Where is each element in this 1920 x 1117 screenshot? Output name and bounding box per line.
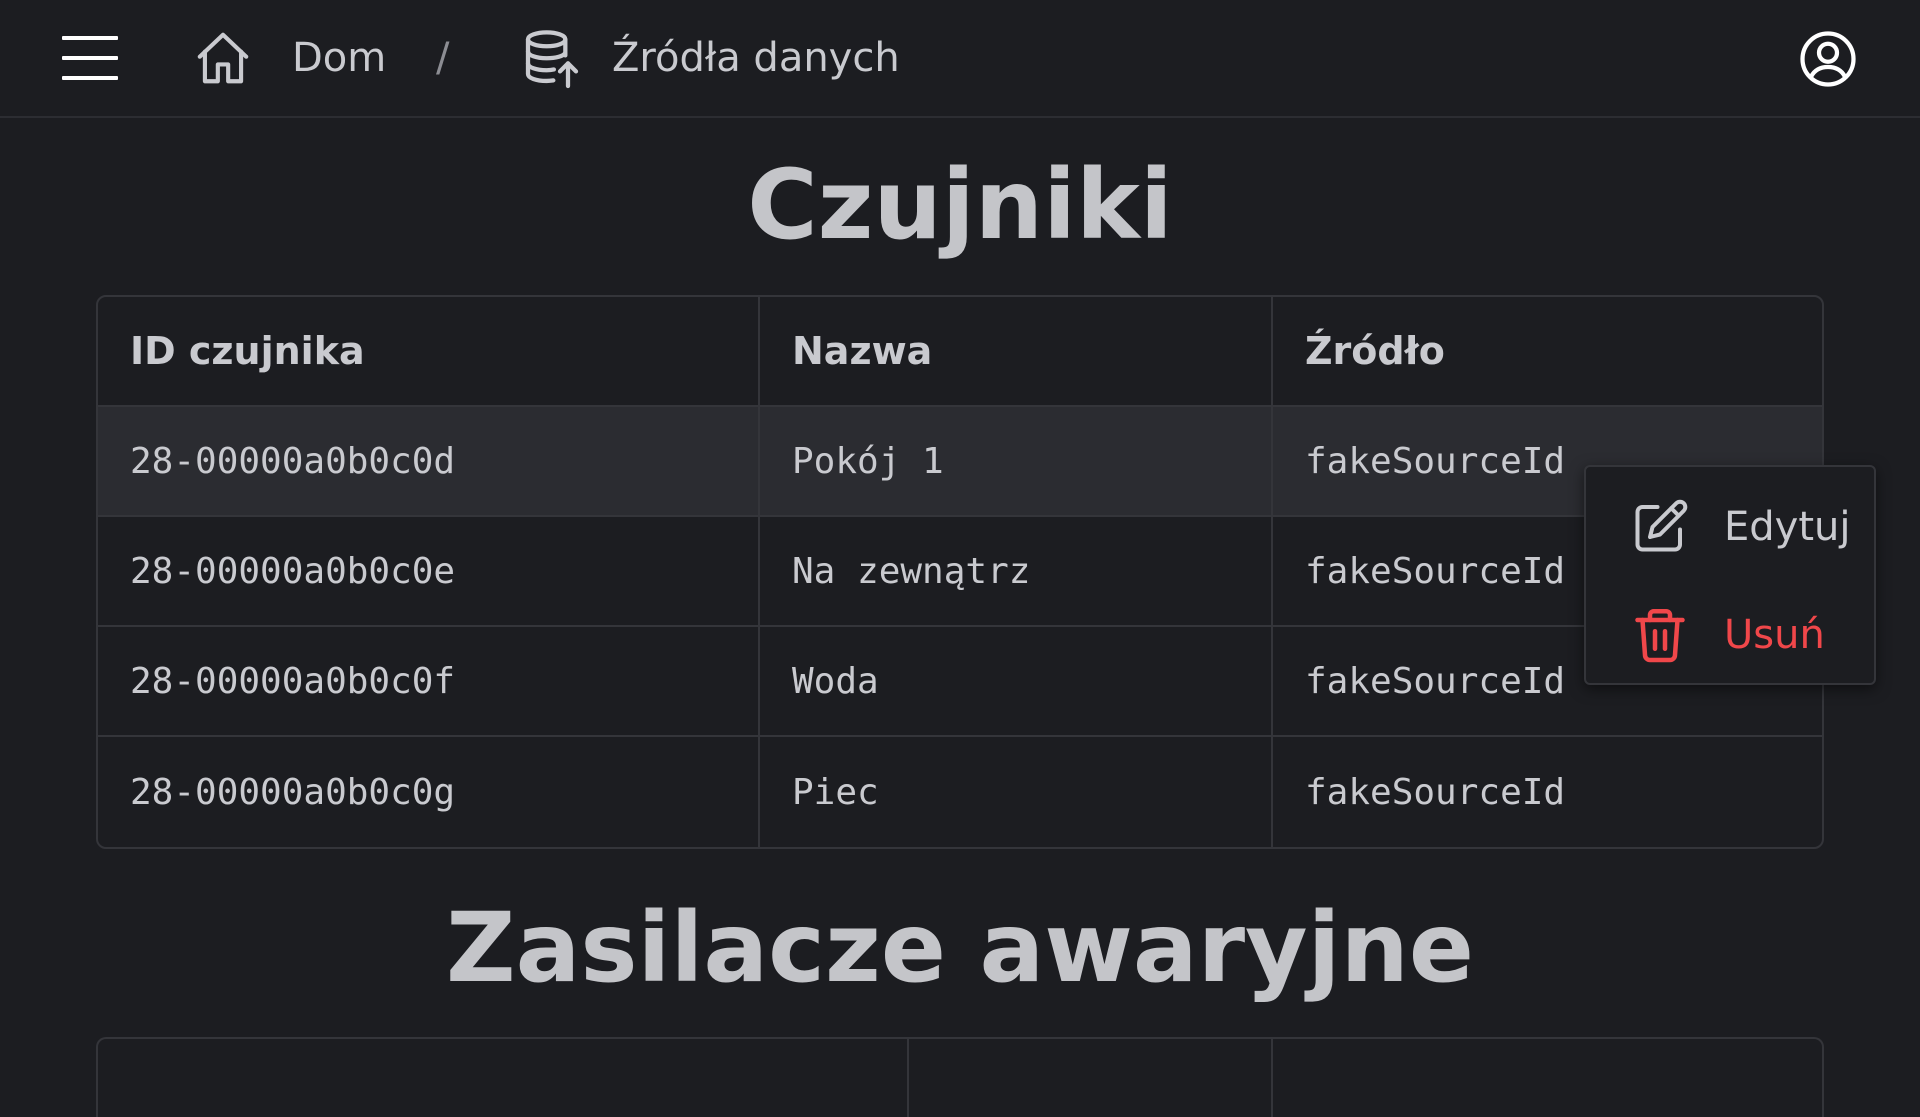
column-header[interactable] [98, 1039, 909, 1117]
database-upload-icon [520, 26, 584, 90]
row-context-menu: Edytuj Usuń [1584, 465, 1876, 685]
table-header-row: ID czujnika Nazwa Źródło [98, 297, 1822, 407]
edit-icon [1630, 497, 1690, 557]
column-header[interactable] [909, 1039, 1273, 1117]
table-row[interactable]: 28-00000a0b0c0d Pokój 1 fakeSourceId [98, 407, 1822, 517]
table-header-row [98, 1039, 1822, 1117]
ups-title: Zasilacze awaryjne [446, 892, 1474, 1004]
top-bar: Dom / Źródła danych [0, 0, 1920, 118]
sensor-name-cell: Pokój 1 [760, 407, 1273, 515]
breadcrumb-current[interactable]: Źródła danych [520, 0, 900, 116]
table-row[interactable]: 28-00000a0b0c0f Woda fakeSourceId [98, 627, 1822, 737]
sensor-source-cell: fakeSourceId [1305, 771, 1566, 813]
sensor-id-cell: 28-00000a0b0c0e [98, 517, 760, 625]
breadcrumb-current-label: Źródła danych [612, 35, 900, 81]
sensor-id-cell: 28-00000a0b0c0g [98, 737, 760, 847]
sensor-name-cell: Woda [760, 627, 1273, 735]
hamburger-menu-icon[interactable] [62, 36, 118, 80]
edit-menu-item[interactable]: Edytuj [1586, 477, 1874, 577]
column-header-source[interactable]: Źródło [1273, 297, 1822, 405]
table-row[interactable]: 28-00000a0b0c0e Na zewnątrz fakeSourceId [98, 517, 1822, 627]
sensors-table: ID czujnika Nazwa Źródło 28-00000a0b0c0d… [96, 295, 1824, 849]
column-header-name[interactable]: Nazwa [760, 297, 1273, 405]
sensor-name-cell: Na zewnątrz [760, 517, 1273, 625]
ups-table [96, 1037, 1824, 1117]
user-account-icon[interactable] [1798, 29, 1858, 89]
sensor-name-cell: Piec [760, 737, 1273, 847]
breadcrumb-home[interactable]: Dom [192, 0, 386, 116]
home-icon [192, 27, 254, 89]
table-row[interactable]: 28-00000a0b0c0g Piec fakeSourceId [98, 737, 1822, 847]
breadcrumb-separator: / [436, 35, 450, 81]
delete-menu-item[interactable]: Usuń [1586, 585, 1874, 685]
delete-label: Usuń [1724, 612, 1825, 658]
column-header[interactable] [1273, 1039, 1822, 1117]
sensor-id-cell: 28-00000a0b0c0d [98, 407, 760, 515]
column-header-sensor-id[interactable]: ID czujnika [98, 297, 760, 405]
sensors-title: Czujniki [747, 149, 1173, 261]
breadcrumb-home-label: Dom [292, 35, 387, 81]
sensor-id-cell: 28-00000a0b0c0f [98, 627, 760, 735]
trash-icon [1630, 605, 1690, 665]
edit-label: Edytuj [1724, 504, 1851, 550]
